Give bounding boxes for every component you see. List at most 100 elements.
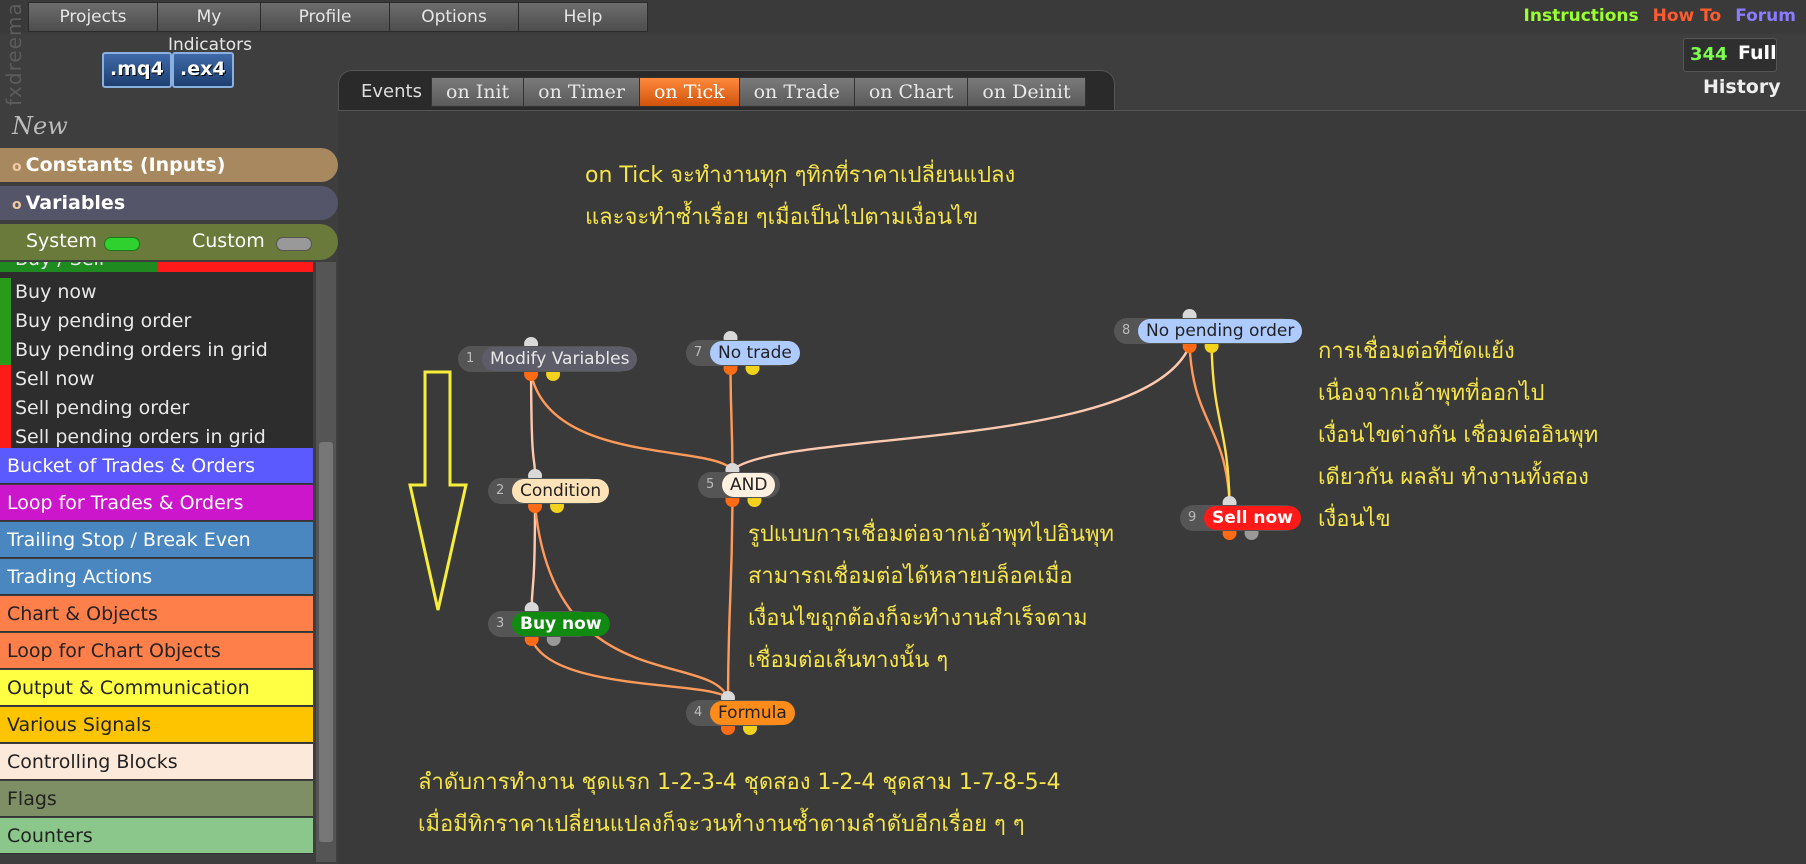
annotation-line: และจะทำซ้ำเรื่อย ๆเมื่อเป็นไปตามเงื่อนไข — [585, 205, 979, 230]
color-bar — [0, 336, 11, 365]
tab-on-timer[interactable]: on Timer — [523, 77, 639, 107]
annotation-line: เงื่อนไขต่างกัน เชื่อมต่ออินพุท — [1318, 423, 1599, 448]
event-tabs: Events on Init on Timer on Tick on Trade… — [338, 70, 1115, 111]
annotation-line: เงื่อนไข — [1318, 507, 1391, 532]
system-custom-bar: System Custom — [0, 224, 338, 260]
category-item[interactable]: Bucket of Trades & Orders — [0, 448, 313, 484]
new-label[interactable]: New — [12, 112, 68, 140]
category-item[interactable]: Flags — [0, 781, 313, 817]
custom-toggle[interactable] — [276, 237, 312, 251]
category-item[interactable]: Chart & Objects — [0, 596, 313, 632]
sidebar-block-item[interactable]: Sell pending order — [0, 394, 313, 423]
graph-node[interactable]: 4 Formula — [686, 700, 795, 726]
block-label: Buy now — [15, 281, 97, 303]
section-dot-icon: o — [12, 197, 22, 213]
node-number: 5 — [706, 477, 715, 492]
sidebar-scrollbar[interactable] — [316, 262, 336, 862]
counter-value: 344 — [1690, 44, 1728, 65]
tab-on-chart[interactable]: on Chart — [853, 77, 968, 107]
category-item[interactable]: Loop for Chart Objects — [0, 633, 313, 669]
annotation-line: on Tick จะทำงานทุก ๆทิกที่ราคาเปลี่ยนแปล… — [585, 163, 1016, 188]
annotation-bottom: ลำดับการทำงาน ชุดแรก 1-2-3-4 ชุดสอง 1-2-… — [418, 762, 1061, 846]
tab-on-deinit[interactable]: on Deinit — [967, 77, 1086, 107]
section-dot-icon: o — [12, 159, 22, 175]
annotation-line: เนื่องจากเอ้าพุทที่ออกไป — [1318, 381, 1545, 406]
node-label: Formula — [710, 701, 795, 725]
category-item[interactable]: Trailing Stop / Break Even — [0, 522, 313, 558]
color-bar — [0, 394, 11, 423]
annotation-line: เดียวกัน ผลลับ ทำงานทั้งสอง — [1318, 465, 1589, 490]
full-mode-toggle[interactable]: Full — [1738, 42, 1777, 64]
tab-on-init[interactable]: on Init — [431, 77, 524, 107]
system-toggle[interactable] — [104, 237, 140, 251]
mq4-button[interactable]: .mq4 — [102, 52, 172, 88]
annotation-line: เมื่อมีทิกราคาเปลี่ยนแปลงก็จะวนทำงานซ้ำต… — [418, 812, 1025, 837]
sell-header-bar — [158, 262, 313, 272]
color-bar — [0, 278, 11, 307]
annotation-middle: รูปแบบการเชื่อมต่อจากเอ้าพุทไปอินพุท สาม… — [748, 514, 1114, 682]
tab-on-trade[interactable]: on Trade — [738, 77, 854, 107]
menu-projects[interactable]: Projects — [28, 2, 157, 32]
main-menu: Projects My Indicators Profile Options H… — [28, 2, 648, 55]
menu-profile[interactable]: Profile — [260, 2, 389, 32]
block-label: Sell pending orders in grid — [15, 426, 266, 448]
category-item[interactable]: Various Signals — [0, 707, 313, 743]
variables-label: Variables — [25, 192, 126, 214]
custom-label: Custom — [192, 230, 265, 252]
annotation-line: ลำดับการทำงาน ชุดแรก 1-2-3-4 ชุดสอง 1-2-… — [418, 770, 1061, 795]
node-number: 2 — [496, 483, 505, 498]
variables-section[interactable]: o Variables — [0, 186, 338, 220]
constants-label: Constants (Inputs) — [25, 154, 226, 176]
sidebar-block-item[interactable]: Sell now — [0, 365, 313, 394]
group-header[interactable]: Buy / Sell — [15, 262, 104, 270]
annotation-line: การเชื่อมต่อที่ขัดแย้ง — [1318, 339, 1515, 364]
node-label: Sell now — [1204, 506, 1301, 530]
category-item[interactable]: Loop for Trades & Orders — [0, 485, 313, 521]
annotation-right: การเชื่อมต่อที่ขัดแย้ง เนื่องจากเอ้าพุทท… — [1318, 331, 1598, 541]
events-label: Events — [361, 81, 422, 102]
sidebar-block-item[interactable]: Sell pending orders in grid — [0, 423, 313, 448]
node-number: 8 — [1122, 323, 1131, 338]
sidebar-block-item[interactable]: Buy pending order — [0, 307, 313, 336]
sidebar-block-item[interactable]: Buy pending orders in grid — [0, 336, 313, 365]
node-label: Condition — [512, 479, 610, 503]
menu-help[interactable]: Help — [518, 2, 648, 32]
menu-options[interactable]: Options — [389, 2, 518, 32]
annotation-line: รูปแบบการเชื่อมต่อจากเอ้าพุทไปอินพุท — [748, 522, 1114, 547]
forum-link[interactable]: Forum — [1735, 6, 1796, 26]
block-label: Sell pending order — [15, 397, 190, 419]
history-button[interactable]: History — [1703, 76, 1781, 98]
node-number: 4 — [694, 705, 703, 720]
constants-section[interactable]: o Constants (Inputs) — [0, 148, 338, 182]
color-bar — [0, 307, 11, 336]
graph-node[interactable]: 3 Buy now — [488, 611, 610, 637]
menu-my-indicators[interactable]: My Indicators — [157, 2, 260, 55]
annotation-line: สามารถเชื่อมต่อได้หลายบล็อคเมื่อ — [748, 564, 1073, 589]
how-to-link[interactable]: How To — [1653, 6, 1722, 26]
graph-node[interactable]: 8 No pending order — [1114, 318, 1303, 344]
color-bar — [0, 365, 11, 394]
graph-node[interactable]: 9 Sell now — [1180, 505, 1301, 531]
category-item[interactable]: Counters — [0, 818, 313, 854]
scroll-thumb[interactable] — [319, 442, 333, 842]
instructions-link[interactable]: Instructions — [1524, 6, 1639, 26]
node-number: 3 — [496, 616, 505, 631]
tab-on-tick[interactable]: on Tick — [638, 77, 739, 107]
graph-node[interactable]: 1 Modify Variables — [458, 346, 638, 372]
node-label: No trade — [710, 341, 800, 365]
graph-node[interactable]: 7 No trade — [686, 340, 800, 366]
buy-sell-list: Buy / Sell Buy now Buy pending order Buy p… — [0, 262, 313, 448]
sidebar-block-item[interactable]: Buy now — [0, 278, 313, 307]
block-label: Buy pending order — [15, 310, 192, 332]
ex4-button[interactable]: .ex4 — [172, 52, 234, 88]
node-number: 9 — [1188, 510, 1197, 525]
system-label: System — [26, 230, 97, 252]
graph-node[interactable]: 2 Condition — [488, 478, 610, 504]
node-number: 7 — [694, 345, 703, 360]
node-label: Buy now — [512, 612, 610, 636]
graph-node[interactable]: 5 AND — [698, 472, 780, 498]
annotation-line: เชื่อมต่อเส้นทางนั้น ๆ — [748, 648, 949, 673]
category-item[interactable]: Controlling Blocks — [0, 744, 313, 780]
category-item[interactable]: Output & Communication — [0, 670, 313, 706]
category-item[interactable]: Trading Actions — [0, 559, 313, 595]
